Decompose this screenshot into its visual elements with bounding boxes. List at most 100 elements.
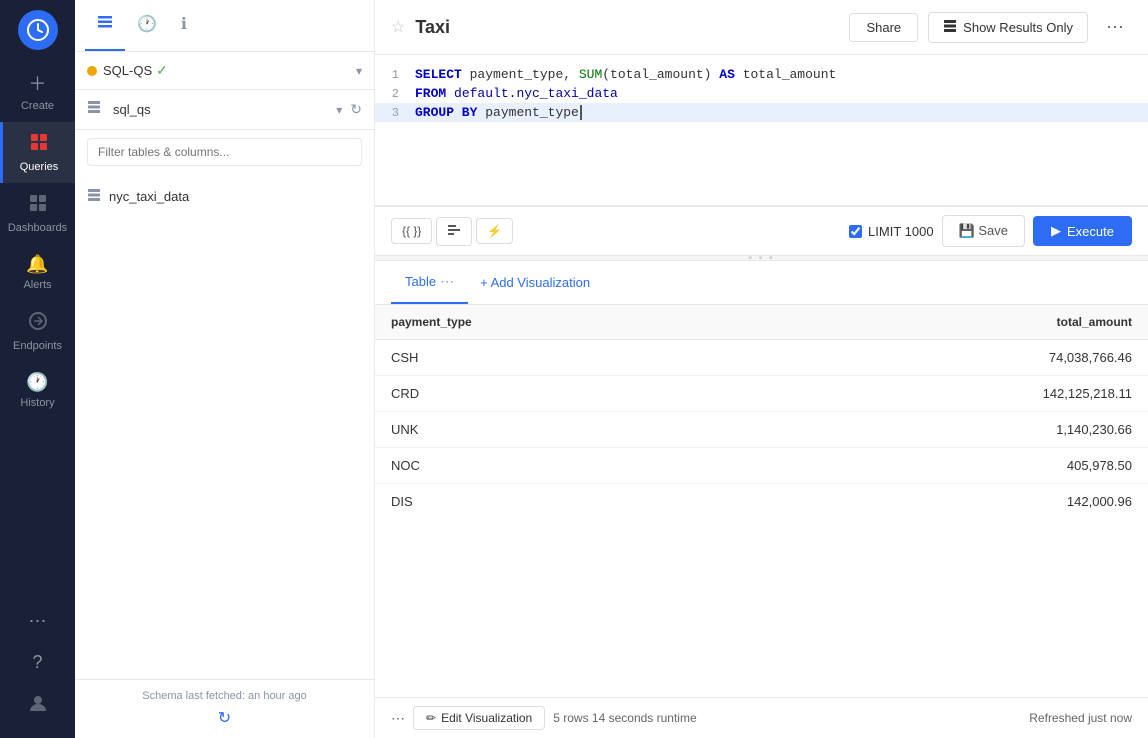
bottom-more-button[interactable]: ⋯: [391, 710, 405, 727]
cell-total-amount: 142,000.96: [747, 484, 1148, 520]
save-label: Save: [978, 223, 1008, 238]
table-icon: [87, 188, 101, 205]
editor-toolbar: {{ }} ⚡ LIMIT 1000 💾 Save ▶ Execut: [375, 206, 1148, 255]
sidebar-item-apps[interactable]: ⋯: [28, 601, 48, 642]
results-area: Table ⋯ + Add Visualization payment_type…: [375, 261, 1148, 738]
lightning-button[interactable]: ⚡: [476, 218, 513, 244]
sidebar-item-dashboards[interactable]: Dashboards: [0, 183, 75, 244]
col-header-payment-type: payment_type: [375, 305, 747, 340]
schema-chevron-icon[interactable]: ▾: [336, 103, 342, 117]
sidebar-item-help[interactable]: ?: [28, 642, 48, 683]
main-content: ☆ Taxi Share Show Results Only ⋯ 1: [375, 0, 1148, 738]
cell-payment-type: CRD: [375, 376, 747, 412]
table-tab-more-button[interactable]: ⋯: [440, 273, 454, 290]
execute-button[interactable]: ▶ Execute: [1033, 216, 1132, 246]
queries-icon: [29, 132, 49, 157]
line-number: 2: [375, 87, 415, 101]
tab-schema[interactable]: [85, 0, 125, 51]
table-item[interactable]: nyc_taxi_data: [87, 182, 362, 211]
history-icon: 🕐: [26, 372, 48, 393]
show-results-only-button[interactable]: Show Results Only: [928, 12, 1088, 43]
limit-label: LIMIT 1000: [868, 224, 934, 239]
topbar: ☆ Taxi Share Show Results Only ⋯: [375, 0, 1148, 55]
create-icon: ＋: [29, 70, 47, 96]
editor-line-3: 3 GROUP BY payment_type: [375, 103, 1148, 122]
page-title: Taxi: [415, 17, 450, 38]
sidebar-item-label: History: [20, 397, 54, 409]
apps-icon: ⋯: [29, 611, 47, 632]
bottom-bar-left: ⋯ ✏ Edit Visualization 5 rows 14 seconds…: [391, 706, 697, 730]
line-content: GROUP BY payment_type: [415, 105, 1148, 120]
line-content: SELECT payment_type, SUM(total_amount) A…: [415, 67, 1148, 82]
table-tab-label: Table: [405, 274, 436, 289]
line-content: FROM default.nyc_taxi_data: [415, 86, 1148, 101]
cell-total-amount: 405,978.50: [747, 448, 1148, 484]
schema-footer: Schema last fetched: an hour ago ↻: [75, 679, 374, 738]
sidebar-item-create[interactable]: ＋ Create: [0, 60, 75, 122]
cell-payment-type: DIS: [375, 484, 747, 520]
app-logo[interactable]: [18, 10, 58, 50]
share-button[interactable]: Share: [849, 13, 918, 42]
help-icon: ?: [32, 652, 42, 673]
tab-info[interactable]: ℹ: [169, 0, 199, 51]
col-header-total-amount: total_amount: [747, 305, 1148, 340]
star-icon[interactable]: ☆: [391, 17, 405, 37]
toolbar-right: LIMIT 1000 💾 Save ▶ Execute: [849, 215, 1132, 247]
cell-payment-type: CSH: [375, 340, 747, 376]
sidebar-item-endpoints[interactable]: Endpoints: [0, 301, 75, 362]
topbar-right: Share Show Results Only ⋯: [849, 11, 1132, 44]
table-row: NOC405,978.50: [375, 448, 1148, 484]
cell-payment-type: UNK: [375, 412, 747, 448]
add-visualization-button[interactable]: + Add Visualization: [468, 263, 590, 302]
save-button[interactable]: 💾 Save: [942, 215, 1025, 247]
sidebar-item-history[interactable]: 🕐 History: [0, 362, 75, 419]
sidebar-item-queries[interactable]: Queries: [0, 122, 75, 183]
user-icon: [28, 693, 48, 718]
execute-label: Execute: [1067, 224, 1114, 239]
sidebar-item-label: Endpoints: [13, 340, 62, 352]
dashboards-icon: [28, 193, 48, 218]
table-row: DIS142,000.96: [375, 484, 1148, 520]
refresh-button[interactable]: ↻: [218, 708, 231, 728]
table-list: nyc_taxi_data: [75, 174, 374, 679]
results-only-label: Show Results Only: [963, 20, 1073, 35]
sidebar-item-user[interactable]: [28, 683, 48, 728]
editor-line-2: 2 FROM default.nyc_taxi_data: [375, 84, 1148, 103]
panel-tabs: 🕐 ℹ: [75, 0, 374, 52]
refresh-schema-button[interactable]: ↻: [350, 101, 362, 118]
alerts-icon: 🔔: [26, 254, 48, 275]
edit-visualization-button[interactable]: ✏ Edit Visualization: [413, 706, 545, 730]
template-tags-button[interactable]: {{ }}: [391, 218, 432, 244]
schema-panel: 🕐 ℹ SQL-QS ✓ ▾ sql_qs ▾ ↻: [75, 0, 375, 738]
tab-history[interactable]: 🕐: [125, 0, 169, 51]
tab-table[interactable]: Table ⋯: [391, 261, 468, 304]
edit-icon: ✏: [426, 711, 436, 725]
connection-selector[interactable]: SQL-QS ✓ ▾: [75, 52, 374, 90]
connection-name: SQL-QS: [103, 63, 152, 78]
cell-total-amount: 142,125,218.11: [747, 376, 1148, 412]
limit-checkbox-label: LIMIT 1000: [849, 224, 934, 239]
toolbar-left: {{ }} ⚡: [391, 217, 513, 246]
schema-icon: [87, 100, 101, 119]
connection-check-icon: ✓: [156, 62, 168, 79]
rows-info: 5 rows 14 seconds runtime: [553, 711, 696, 725]
topbar-left: ☆ Taxi: [391, 17, 450, 38]
table-row: CRD142,125,218.11: [375, 376, 1148, 412]
chevron-down-icon: ▾: [356, 64, 362, 78]
sidebar-item-label: Queries: [20, 161, 59, 173]
format-button[interactable]: [436, 217, 472, 246]
editor-content[interactable]: 1 SELECT payment_type, SUM(total_amount)…: [375, 55, 1148, 205]
cell-payment-type: NOC: [375, 448, 747, 484]
editor-line-1: 1 SELECT payment_type, SUM(total_amount)…: [375, 65, 1148, 84]
table-row: UNK1,140,230.66: [375, 412, 1148, 448]
more-options-button[interactable]: ⋯: [1098, 11, 1132, 44]
limit-checkbox[interactable]: [849, 225, 862, 238]
table-view-icon: [943, 19, 957, 36]
bottom-bar: ⋯ ✏ Edit Visualization 5 rows 14 seconds…: [375, 697, 1148, 738]
cell-total-amount: 1,140,230.66: [747, 412, 1148, 448]
sidebar-item-alerts[interactable]: 🔔 Alerts: [0, 244, 75, 301]
results-tabs: Table ⋯ + Add Visualization: [375, 261, 1148, 305]
sidebar: ＋ Create Queries Dashboards 🔔 Alerts: [0, 0, 75, 738]
filter-tables-input[interactable]: [87, 138, 362, 166]
save-icon: 💾: [959, 223, 975, 238]
